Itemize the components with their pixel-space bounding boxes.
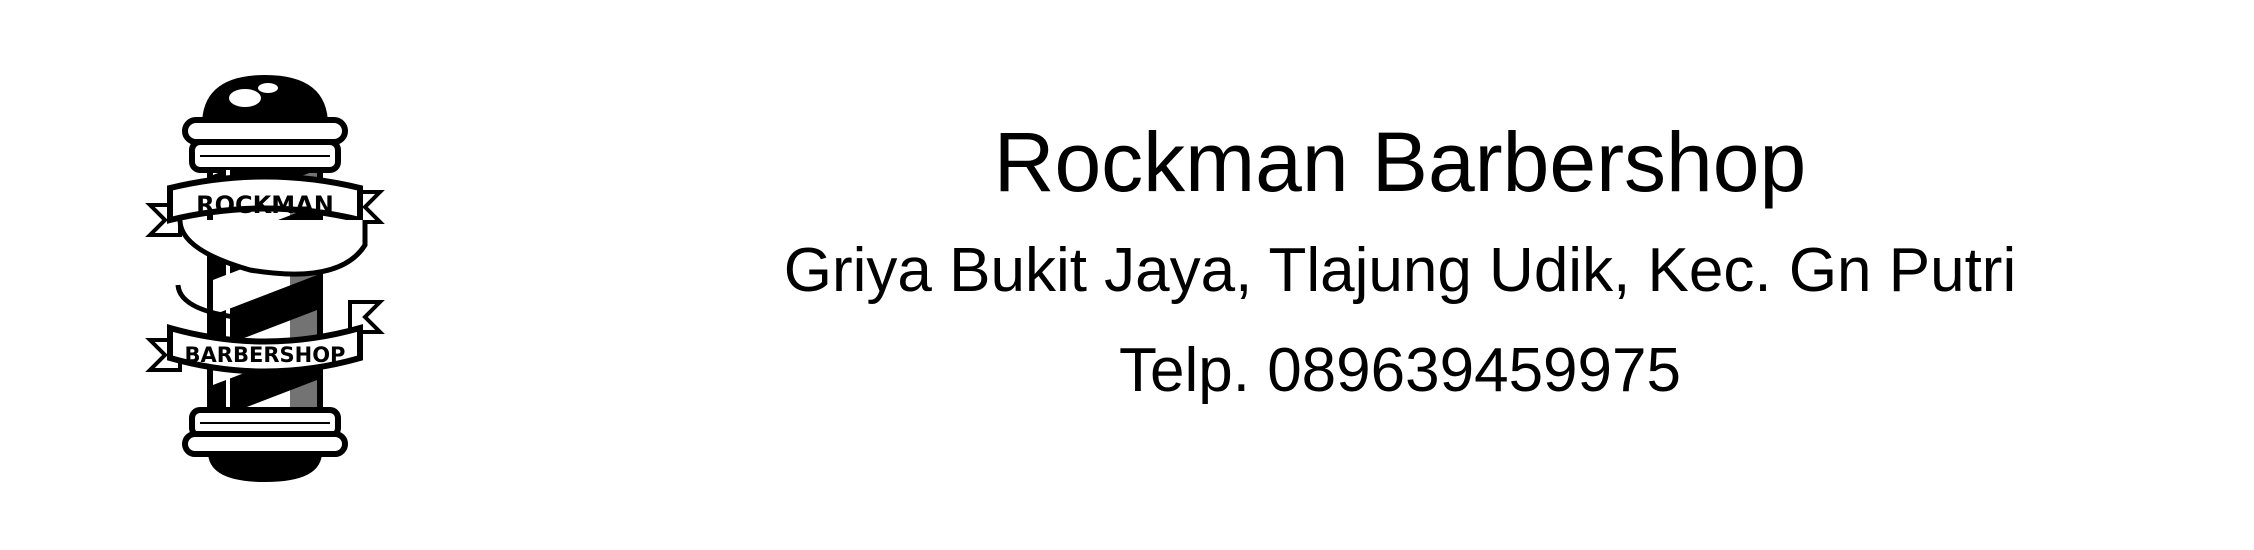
- shop-phone: Telp. 089639459975: [1119, 336, 1681, 405]
- letterhead-text: Rockman Barbershop Griya Bukit Jaya, Tla…: [700, 0, 2100, 550]
- logo-text-barbershop: BARBERSHOP: [185, 343, 346, 367]
- barber-pole-icon: ROCKMAN BARBERSHOP: [140, 70, 390, 485]
- shop-address: Griya Bukit Jaya, Tlajung Udik, Kec. Gn …: [783, 236, 2017, 305]
- shop-name: Rockman Barbershop: [993, 115, 1807, 209]
- logo-text-rockman: ROCKMAN: [196, 191, 334, 219]
